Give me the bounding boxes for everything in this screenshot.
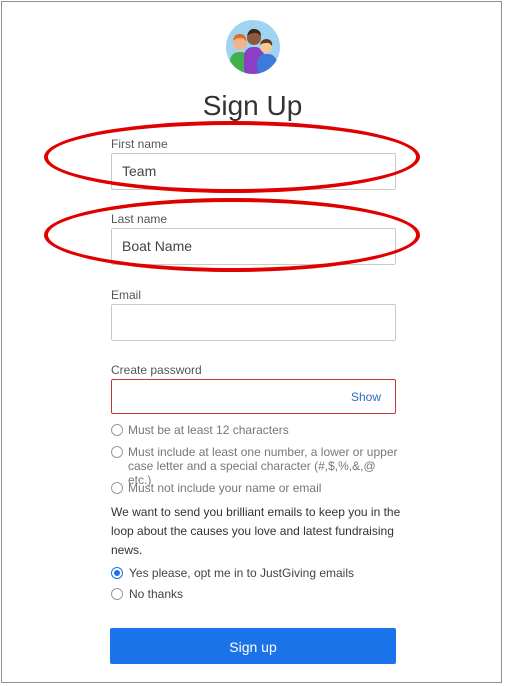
rule-characters-indicator-icon — [111, 446, 123, 458]
opt-in-yes-label[interactable]: Yes please, opt me in to JustGiving emai… — [129, 566, 354, 580]
opt-in-no-radio[interactable] — [111, 588, 123, 600]
rule-name-text: Must not include your name or email — [128, 481, 322, 495]
opt-in-yes-radio[interactable] — [111, 567, 123, 579]
first-name-field[interactable]: Team — [111, 153, 396, 190]
last-name-field[interactable]: Boat Name — [111, 228, 396, 265]
email-field[interactable] — [111, 304, 396, 341]
opt-in-no-label[interactable]: No thanks — [129, 587, 183, 601]
sign-up-button[interactable]: Sign up — [110, 628, 396, 664]
marketing-note: We want to send you brilliant emails to … — [111, 505, 401, 557]
password-field[interactable]: Show — [111, 379, 396, 414]
email-label: Email — [111, 288, 142, 302]
password-label: Create password — [111, 363, 202, 377]
show-password-link[interactable]: Show — [351, 380, 381, 415]
people-group-icon — [226, 20, 280, 74]
rule-name-indicator-icon — [111, 482, 123, 494]
first-name-label: First name — [111, 137, 168, 151]
last-name-label: Last name — [111, 212, 168, 226]
page-title: Sign Up — [202, 90, 303, 121]
rule-length-indicator-icon — [111, 424, 123, 436]
rule-length-text: Must be at least 12 characters — [128, 423, 289, 437]
